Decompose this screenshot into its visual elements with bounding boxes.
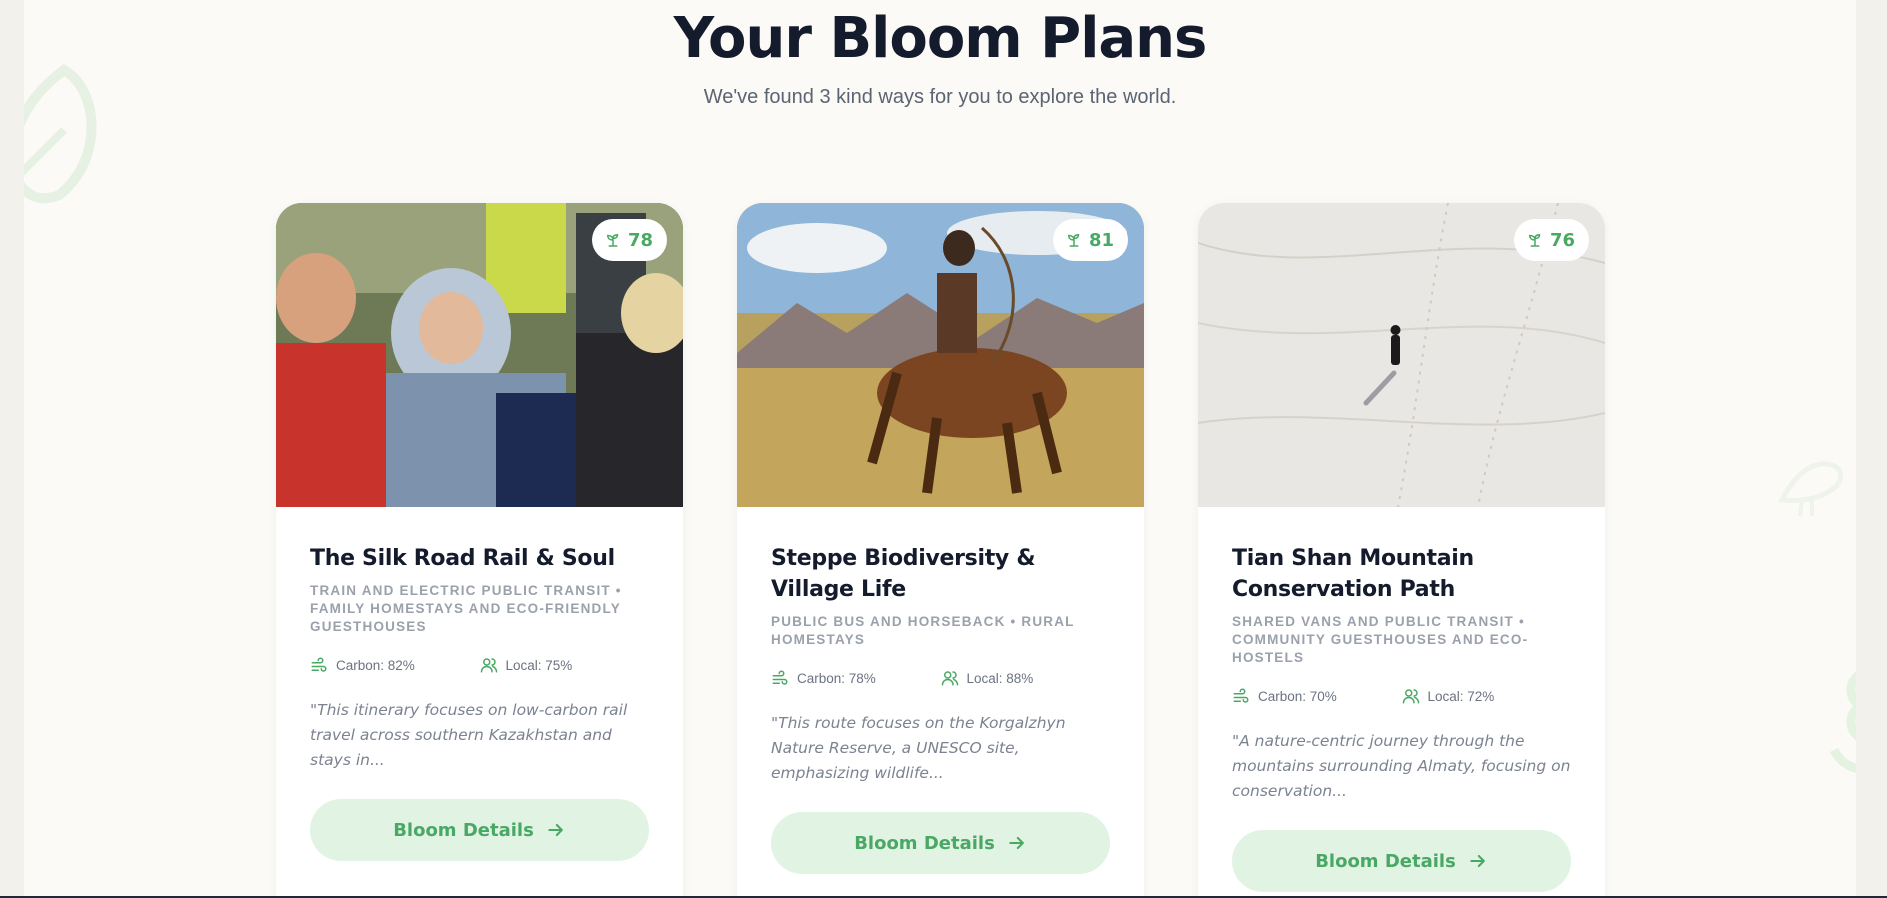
wind-icon	[311, 657, 327, 672]
users-icon	[941, 671, 958, 686]
page-subtitle: We've found 3 kind ways for you to explo…	[703, 86, 1177, 108]
local-metric-label: Local: 75%	[505, 657, 573, 673]
carbon-metric-label: Carbon: 70%	[1258, 688, 1337, 704]
arrow-right-icon	[1009, 836, 1024, 850]
plan-card-tags: PUBLIC BUS AND HORSEBACK • RURAL HOMESTA…	[771, 614, 1075, 647]
carbon-metric: Carbon: 70%	[1232, 687, 1402, 705]
plan-card-summary: "A nature-centric journey through the mo…	[1232, 732, 1571, 800]
flower-decoration-icon	[1829, 671, 1856, 773]
wind-icon	[1233, 688, 1249, 703]
plan-card-tags: SHARED VANS AND PUBLIC TRANSIT • COMMUNI…	[1232, 614, 1529, 665]
local-metric: Local: 75%	[480, 656, 650, 674]
users-icon	[480, 658, 497, 673]
plan-card[interactable]: 76 Tian Shan Mountain Conservation Path …	[1198, 203, 1605, 898]
eco-score-value: 76	[1549, 229, 1575, 251]
plan-card-title: Steppe Biodiversity & Village Life	[771, 546, 1036, 602]
carbon-metric: Carbon: 78%	[771, 669, 941, 687]
carbon-metric-label: Carbon: 82%	[336, 657, 415, 673]
arrow-right-icon	[548, 823, 563, 837]
bloom-details-button[interactable]: Bloom Details	[310, 799, 649, 861]
wind-icon	[772, 670, 788, 685]
eco-score-badge: 81	[1052, 219, 1128, 261]
carbon-metric: Carbon: 82%	[310, 656, 480, 674]
plan-card-summary: "This itinerary focuses on low-carbon ra…	[310, 701, 628, 769]
plan-card-tags: TRAIN AND ELECTRIC PUBLIC TRANSIT • FAMI…	[310, 583, 622, 634]
plan-card[interactable]: 78 The Silk Road Rail & Soul TRAIN AND E…	[276, 203, 683, 898]
eco-score-value: 78	[627, 229, 653, 251]
local-metric-label: Local: 88%	[966, 670, 1034, 686]
plan-card-image: 78	[276, 203, 683, 507]
plan-card-summary: "This route focuses on the Korgalzhyn Na…	[771, 714, 1066, 782]
plan-card-title: The Silk Road Rail & Soul	[310, 546, 615, 571]
bloom-details-label: Bloom Details	[393, 819, 534, 841]
bloom-details-label: Bloom Details	[1315, 850, 1456, 872]
page-title: Your Bloom Plans	[673, 6, 1208, 71]
sprout-icon	[1067, 233, 1080, 247]
plan-card-image: 81	[737, 203, 1144, 507]
sprout-icon	[606, 233, 619, 247]
arrow-right-icon	[1470, 854, 1485, 868]
local-metric: Local: 72%	[1402, 687, 1572, 705]
plan-card[interactable]: 81 Steppe Biodiversity & Village Life PU…	[737, 203, 1144, 898]
bird-decoration-icon	[1778, 461, 1843, 517]
page: Your Bloom Plans We've found 3 kind ways…	[24, 0, 1856, 898]
bloom-details-button[interactable]: Bloom Details	[771, 812, 1110, 874]
carbon-metric-label: Carbon: 78%	[797, 670, 876, 686]
plan-card-title: Tian Shan Mountain Conservation Path	[1232, 546, 1474, 602]
bloom-details-label: Bloom Details	[854, 832, 995, 854]
plan-card-image: 76	[1198, 203, 1605, 507]
leaf-decoration-icon	[24, 64, 97, 204]
eco-score-value: 81	[1088, 229, 1114, 251]
users-icon	[1402, 689, 1419, 704]
bloom-details-button[interactable]: Bloom Details	[1232, 830, 1571, 892]
eco-score-badge: 78	[591, 219, 667, 261]
eco-score-badge: 76	[1513, 219, 1589, 261]
local-metric-label: Local: 72%	[1427, 688, 1495, 704]
local-metric: Local: 88%	[941, 669, 1111, 687]
sprout-icon	[1528, 233, 1541, 247]
